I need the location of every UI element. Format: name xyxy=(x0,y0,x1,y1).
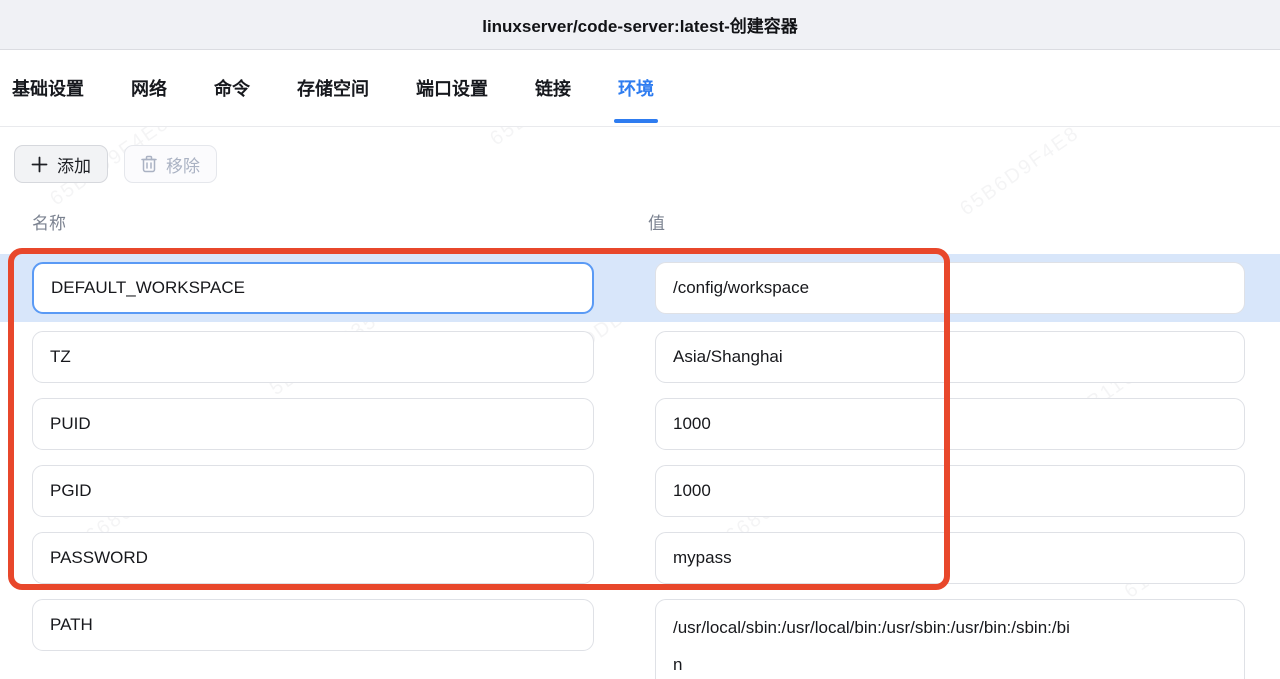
tab-network[interactable]: 网络 xyxy=(131,50,167,126)
container-create-dialog: 65B6D9F4E8 5DDB116353 616680 65B6D9F4E8 … xyxy=(0,0,1280,679)
env-name-input[interactable] xyxy=(32,262,594,314)
env-value-input[interactable] xyxy=(655,331,1245,383)
dialog-title: linuxserver/code-server:latest-创建容器 xyxy=(482,12,798,37)
env-row-password xyxy=(0,532,1280,584)
remove-button-label: 移除 xyxy=(166,152,200,177)
settings-tabbar: 基础设置 网络 命令 存储空间 端口设置 链接 环境 xyxy=(0,50,1280,127)
env-name-input[interactable] xyxy=(32,465,594,517)
tab-storage[interactable]: 存储空间 xyxy=(297,50,369,126)
add-button[interactable]: 添加 xyxy=(14,145,108,183)
env-variable-list: /usr/local/sbin:/usr/local/bin:/usr/sbin… xyxy=(0,254,1280,679)
tab-basic-settings[interactable]: 基础设置 xyxy=(12,50,84,126)
env-value-input[interactable]: /usr/local/sbin:/usr/local/bin:/usr/sbin… xyxy=(655,599,1245,679)
column-headers: 名称 值 xyxy=(0,209,1280,229)
env-value-input[interactable] xyxy=(655,262,1245,314)
add-button-label: 添加 xyxy=(57,152,91,177)
tab-command[interactable]: 命令 xyxy=(214,50,250,126)
tab-environment[interactable]: 环境 xyxy=(618,50,654,126)
env-row-path: /usr/local/sbin:/usr/local/bin:/usr/sbin… xyxy=(0,599,1280,679)
env-name-input[interactable] xyxy=(32,532,594,584)
remove-button[interactable]: 移除 xyxy=(124,145,217,183)
env-row-tz xyxy=(0,331,1280,383)
env-row-puid xyxy=(0,398,1280,450)
env-name-input[interactable] xyxy=(32,599,594,651)
tab-ports[interactable]: 端口设置 xyxy=(416,50,488,126)
env-name-input[interactable] xyxy=(32,331,594,383)
tab-links[interactable]: 链接 xyxy=(535,50,571,126)
value-column-header: 值 xyxy=(648,209,665,234)
env-row-pgid xyxy=(0,465,1280,517)
name-column-header: 名称 xyxy=(32,209,66,234)
env-name-input[interactable] xyxy=(32,398,594,450)
plus-icon xyxy=(31,156,48,173)
env-value-input[interactable] xyxy=(655,532,1245,584)
selected-row-highlight xyxy=(0,254,1280,322)
env-value-input[interactable] xyxy=(655,398,1245,450)
env-value-input[interactable] xyxy=(655,465,1245,517)
env-row-default-workspace xyxy=(0,262,1280,314)
dialog-titlebar: linuxserver/code-server:latest-创建容器 xyxy=(0,0,1280,50)
trash-icon xyxy=(141,155,157,173)
env-toolbar: 添加 移除 xyxy=(0,127,1280,183)
